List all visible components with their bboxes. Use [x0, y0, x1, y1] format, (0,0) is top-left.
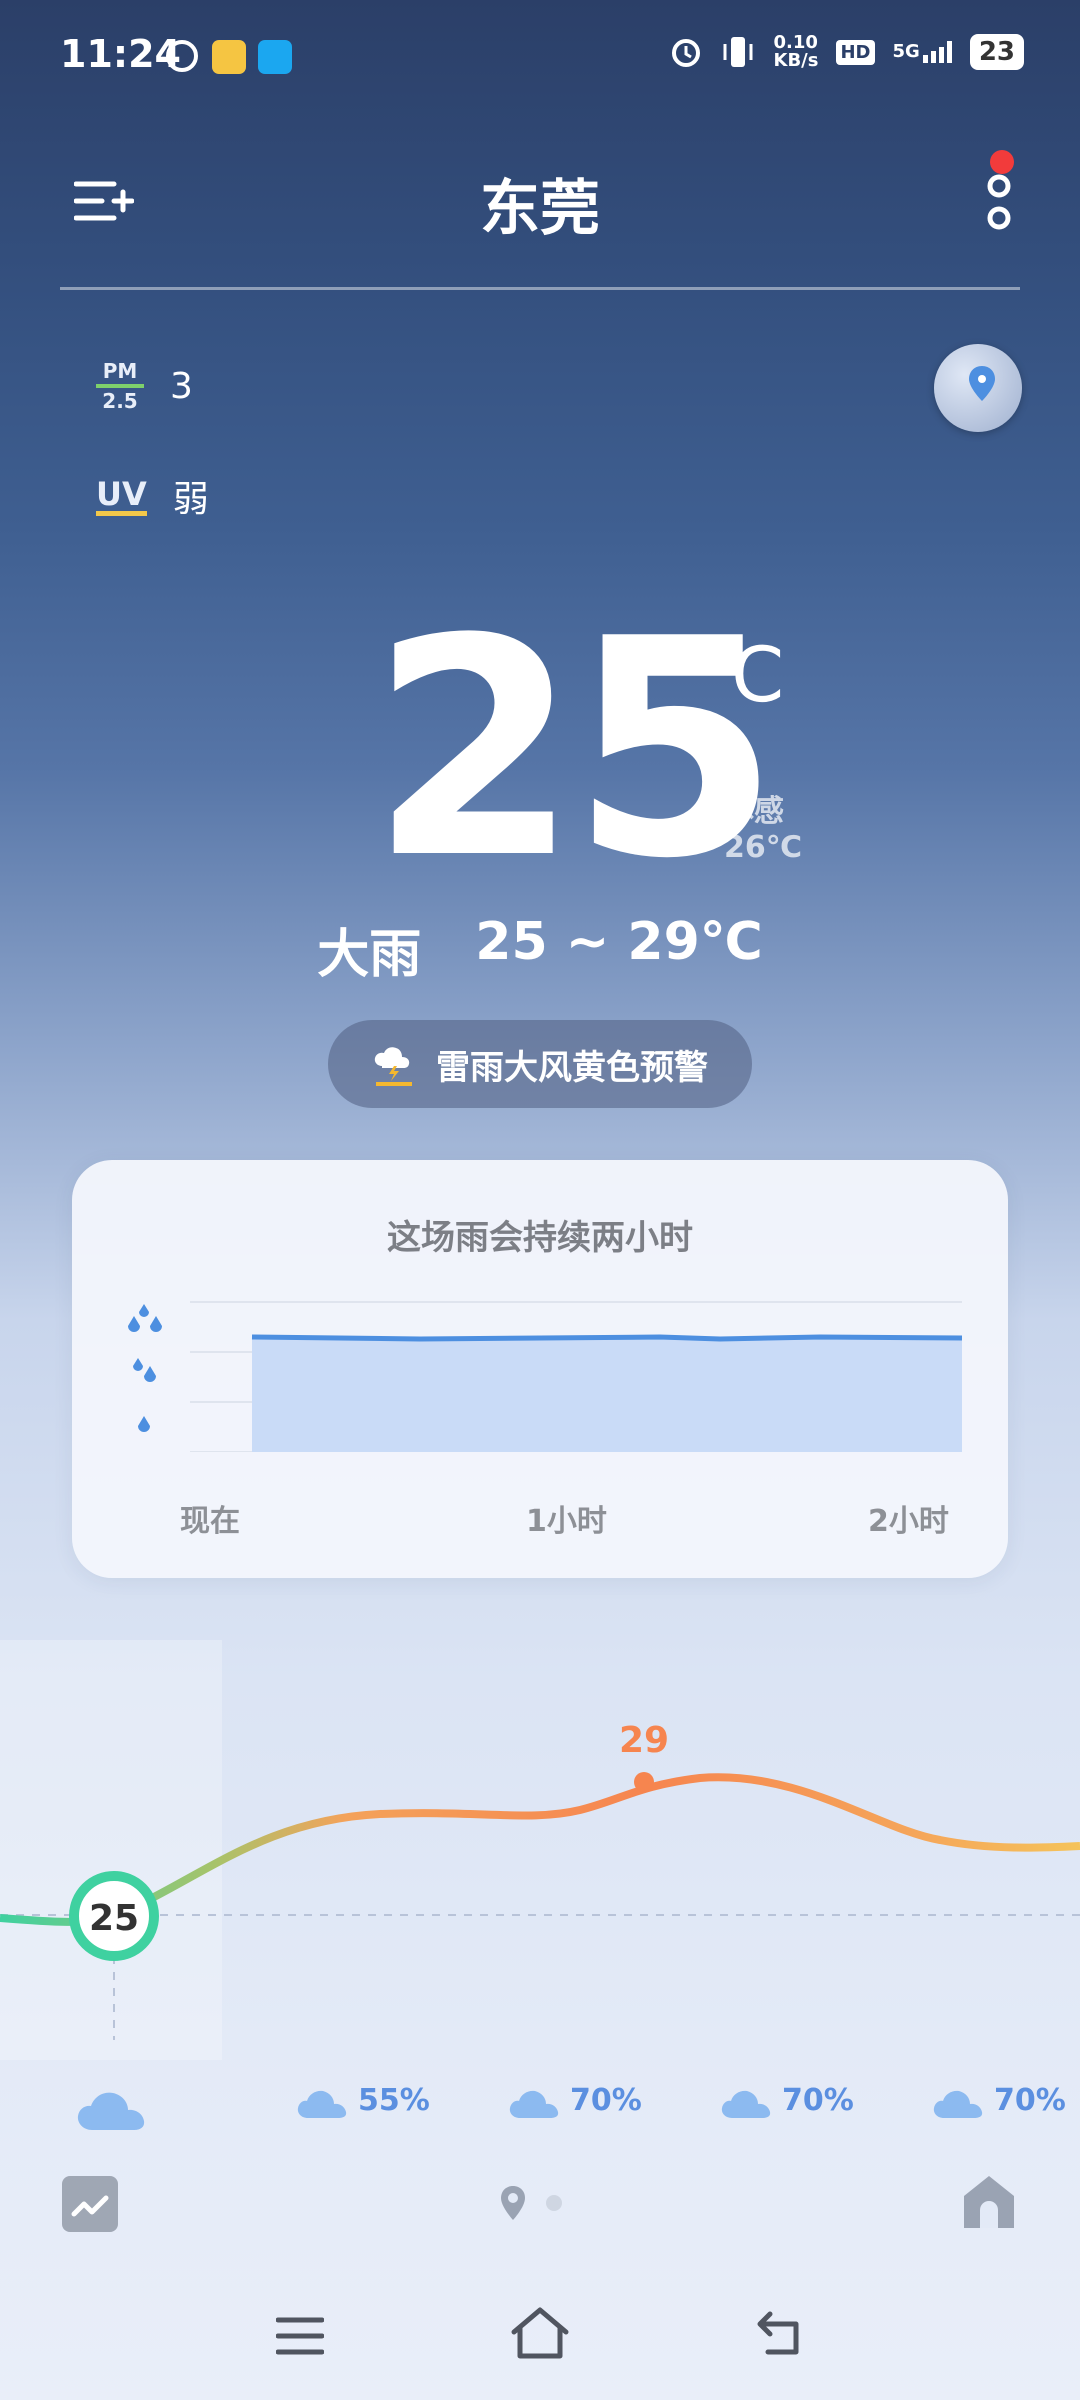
light-rain-icon [138, 1416, 150, 1432]
map-button[interactable] [934, 344, 1022, 432]
network-speed: 0.10 KB/s [774, 34, 819, 70]
page-dot [546, 2195, 562, 2211]
max-temp-point [634, 1772, 654, 1792]
rain-area [252, 1337, 962, 1452]
page-indicator[interactable] [498, 2184, 562, 2222]
rain-x-label-2h: 2小时 [868, 1504, 949, 1539]
precip-value: 70% [570, 2082, 642, 2118]
uv-indicator[interactable]: UV 弱 [96, 470, 209, 522]
network-type: 5G [892, 41, 920, 62]
temperature-unit: ℃ [700, 630, 786, 719]
pm25-label-top: PM [102, 359, 138, 383]
city-title[interactable]: 东莞 [0, 160, 1080, 247]
signal-icon: 5G [893, 41, 952, 63]
pm25-indicator[interactable]: PM 2.5 3 [96, 360, 193, 412]
more-options-icon[interactable] [974, 168, 1024, 238]
app-notification-icon-2 [258, 40, 292, 74]
cloud-icon [509, 2090, 559, 2118]
rain-forecast-card[interactable]: 这场雨会持续两小时 现在 1小时 2小时 [72, 1160, 1008, 1578]
moderate-rain-icon [133, 1358, 156, 1382]
rain-card-title: 这场雨会持续两小时 [387, 1218, 693, 1258]
weather-alert-button[interactable]: 雷雨大风黄色预警 [328, 1020, 752, 1108]
hourly-temperature-chart[interactable]: 29 25 [0, 1640, 1080, 2060]
rain-x-label-1h: 1小时 [526, 1504, 607, 1539]
precip-value: 55% [358, 2082, 430, 2118]
feels-like-value: 26℃ [724, 830, 803, 865]
speedometer-icon [166, 40, 198, 72]
pm25-label-bottom: 2.5 [102, 389, 138, 413]
cloud-icon [721, 2090, 771, 2118]
status-time: 11:24 [60, 32, 181, 76]
hourly-precip-item[interactable]: 70% [932, 2080, 1066, 2120]
pm25-value: 3 [170, 365, 193, 407]
vibrate-icon [723, 37, 753, 67]
rain-line [251, 1334, 962, 1342]
cloud-icon [933, 2090, 983, 2118]
precip-value: 70% [994, 2082, 1066, 2118]
condition-row: 大雨 25 ~ 29℃ [0, 912, 1080, 987]
hourly-precip-item[interactable]: 70% [720, 2080, 854, 2120]
current-temp-label: 25 [89, 1898, 139, 1939]
rain-x-label-now: 现在 [180, 1504, 240, 1539]
temperature-range: 25 ~ 29℃ [475, 912, 763, 972]
cloud-icon [297, 2090, 347, 2118]
hd-icon: HD [836, 39, 875, 65]
location-page-dot-icon [501, 2186, 525, 2220]
notification-dot [990, 150, 1014, 174]
trend-icon [71, 2195, 109, 2217]
precip-value: 70% [782, 2082, 854, 2118]
thunderstorm-warning-icon [374, 1047, 412, 1086]
nav-recent-apps-icon[interactable] [276, 2316, 324, 2356]
header-divider [60, 287, 1020, 290]
weather-condition: 大雨 [317, 925, 422, 985]
trend-chart-button[interactable] [62, 2176, 118, 2232]
alarm-icon [671, 39, 700, 67]
uv-badge: UV [96, 477, 147, 516]
home-city-icon[interactable] [960, 2172, 1018, 2230]
nav-back-icon[interactable] [756, 2310, 806, 2356]
nav-home-icon[interactable] [510, 2306, 570, 2360]
max-temp-label: 29 [619, 1720, 669, 1761]
status-icons: 0.10 KB/s HD 5G 23 [670, 34, 1024, 70]
cloud-icon-current [77, 2092, 145, 2130]
uv-value: 弱 [172, 479, 209, 520]
pm25-badge: PM 2.5 [96, 360, 144, 412]
speed-unit: KB/s [773, 50, 819, 71]
hourly-precip-item[interactable]: 55% [296, 2080, 430, 2120]
battery-icon: 23 [969, 34, 1024, 70]
heavy-rain-icon [128, 1304, 162, 1332]
app-notification-icon [212, 40, 246, 74]
feels-like-label: 体感 [724, 794, 784, 829]
location-pin-icon [969, 366, 995, 401]
hourly-precip-item[interactable]: 70% [508, 2080, 642, 2120]
weather-alert-text: 雷雨大风黄色预警 [436, 1047, 708, 1088]
current-hour-highlight [0, 1640, 222, 2060]
rain-intensity-chart [128, 1301, 962, 1452]
